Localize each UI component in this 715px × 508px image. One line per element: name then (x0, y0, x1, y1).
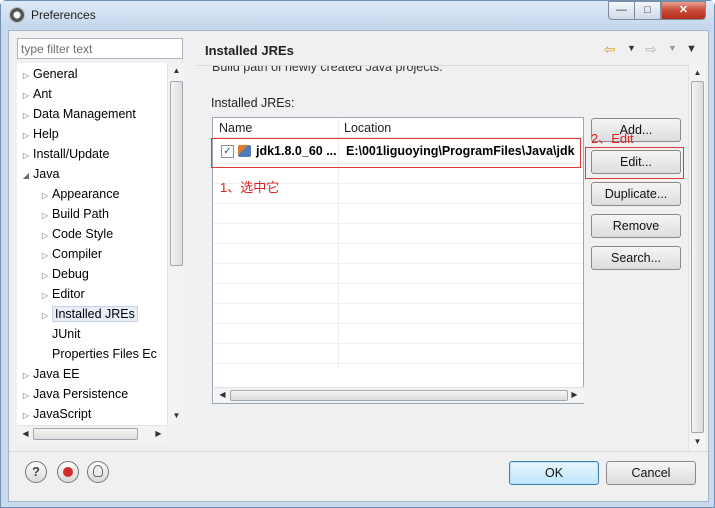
stop-recording-icon[interactable] (57, 461, 79, 483)
scroll-right-arrow-icon[interactable]: ▶ (566, 390, 583, 399)
tree-horizontal-scrollbar[interactable]: ◀ ▶ (17, 425, 167, 442)
tree-item-properties-files-editor[interactable]: Properties Files Ec (52, 345, 157, 363)
column-header-name[interactable]: Name (213, 118, 252, 138)
grid-line (213, 203, 583, 204)
remove-button[interactable]: Remove (591, 214, 681, 238)
search-button[interactable]: Search... (591, 246, 681, 270)
grid-line (213, 363, 583, 364)
tree-item-ant[interactable]: ▷ Ant (19, 85, 52, 103)
preference-tree: ▷ General ▷ Ant ▷ Data Management ▷ Help ▷ In… (17, 63, 184, 425)
installed-jres-label: Installed JREs: (211, 96, 295, 110)
grid-line (213, 263, 583, 264)
tree-item-data-management[interactable]: ▷ Data Management (19, 105, 136, 123)
back-dropdown-icon[interactable]: ▼ (627, 43, 636, 53)
table-horizontal-scrollbar[interactable]: ◀ ▶ (214, 387, 584, 403)
expand-arrow-icon[interactable]: ▷ (38, 227, 52, 245)
filter-input[interactable] (17, 38, 183, 59)
forward-dropdown-icon[interactable]: ▼ (668, 43, 677, 53)
help-icon[interactable]: ? (25, 461, 47, 483)
forward-arrow-icon[interactable]: ⇨ (645, 41, 657, 58)
grid-line (213, 283, 583, 284)
scroll-right-arrow-icon[interactable]: ▶ (150, 429, 167, 438)
tree-item-compiler[interactable]: ▷ Compiler (38, 245, 102, 263)
scroll-left-arrow-icon[interactable]: ◀ (214, 390, 231, 399)
expand-arrow-icon[interactable]: ▷ (19, 127, 33, 145)
description-text: Build path of newly created Java project… (212, 66, 443, 74)
scroll-down-arrow-icon[interactable]: ▼ (689, 437, 706, 446)
scroll-thumb[interactable] (691, 81, 704, 433)
grid-line (213, 323, 583, 324)
tree-item-appearance[interactable]: ▷ Appearance (38, 185, 120, 205)
scroll-thumb[interactable] (170, 81, 183, 266)
preferences-window: Preferences — □ ✕ ▷General ▷Ant ▷Data Ma… (0, 0, 715, 508)
tree-item-java-ee[interactable]: ▷ Java EE (19, 365, 80, 383)
grid-line (213, 243, 583, 244)
expand-arrow-icon[interactable]: ▷ (38, 307, 52, 325)
tree-item-install-update[interactable]: ▷ Install/Update (19, 145, 110, 165)
eclipse-icon (9, 7, 25, 23)
view-menu-icon[interactable]: ▼ (686, 43, 697, 55)
expand-arrow-icon[interactable]: ▷ (19, 387, 33, 405)
ok-button[interactable]: OK (509, 461, 599, 485)
tree-vertical-scrollbar[interactable]: ▲ ▼ (167, 63, 184, 425)
column-header-location[interactable]: Location (338, 118, 391, 138)
expand-arrow-icon[interactable]: ▷ (19, 67, 33, 85)
scroll-thumb[interactable] (33, 428, 138, 440)
page-title: Installed JREs (205, 43, 294, 58)
expand-arrow-icon[interactable]: ▷ (19, 367, 33, 385)
tree-item-debug[interactable]: ▷ Debug (38, 265, 89, 283)
annotation-highlight-row (211, 138, 581, 168)
table-header: Name Location (213, 118, 583, 138)
tips-icon[interactable] (87, 461, 109, 483)
tree-item-code-style[interactable]: ▷ Code Style (38, 225, 113, 243)
window-title: Preferences (31, 8, 96, 22)
expand-arrow-icon[interactable]: ▷ (38, 247, 52, 265)
footer-divider (9, 451, 708, 452)
expand-arrow-icon[interactable]: ▷ (38, 207, 52, 225)
tree-item-help[interactable]: ▷ Help (19, 125, 59, 143)
duplicate-button[interactable]: Duplicate... (591, 182, 681, 206)
page-vertical-scrollbar[interactable]: ▲ ▼ (688, 65, 705, 450)
back-arrow-icon[interactable]: ⇦ (604, 41, 616, 58)
expand-arrow-icon[interactable]: ▷ (38, 287, 52, 305)
expand-arrow-icon[interactable]: ▷ (19, 107, 33, 125)
maximize-button[interactable]: □ (634, 1, 661, 20)
collapse-arrow-icon[interactable]: ◢ (19, 167, 33, 185)
tree-item-build-path[interactable]: ▷ Build Path (38, 205, 109, 223)
tree-item-installed-jres[interactable]: ▷ Installed JREs (38, 305, 138, 323)
expand-arrow-icon[interactable]: ▷ (19, 87, 33, 105)
annotation-step2: 2、Edit (591, 131, 634, 146)
grid-line (213, 223, 583, 224)
scroll-up-arrow-icon[interactable]: ▲ (689, 68, 706, 77)
tree-item-javascript[interactable]: ▷ JavaScript (19, 405, 91, 423)
grid-line (213, 303, 583, 304)
expand-arrow-icon[interactable]: ▷ (38, 187, 52, 205)
tree-item-java-persistence[interactable]: ▷ Java Persistence (19, 385, 128, 403)
title-bar[interactable]: Preferences — □ ✕ (1, 1, 714, 29)
scroll-up-arrow-icon[interactable]: ▲ (168, 66, 185, 75)
grid-line (213, 343, 583, 344)
tree-item-editor[interactable]: ▷ Editor (38, 285, 85, 303)
expand-arrow-icon[interactable]: ▷ (19, 147, 33, 165)
scroll-thumb[interactable] (230, 390, 568, 401)
page-content: Build path of newly created Java project… (197, 66, 703, 453)
scroll-left-arrow-icon[interactable]: ◀ (17, 429, 34, 438)
expand-arrow-icon[interactable]: ▷ (19, 407, 33, 425)
tree-item-general[interactable]: ▷ General (19, 65, 78, 85)
annotation-highlight-edit (585, 147, 684, 179)
cancel-button[interactable]: Cancel (606, 461, 696, 485)
tree-item-junit[interactable]: JUnit (52, 325, 80, 343)
close-button[interactable]: ✕ (661, 1, 706, 20)
dialog-client-area: ▷General ▷Ant ▷Data Management ▷Help ▷In… (8, 30, 709, 502)
scroll-down-arrow-icon[interactable]: ▼ (168, 411, 185, 420)
annotation-step1: 1、选中它 (220, 180, 280, 195)
expand-arrow-icon[interactable]: ▷ (38, 267, 52, 285)
tree-item-java[interactable]: ◢ Java (19, 165, 59, 183)
minimize-button[interactable]: — (608, 1, 635, 20)
